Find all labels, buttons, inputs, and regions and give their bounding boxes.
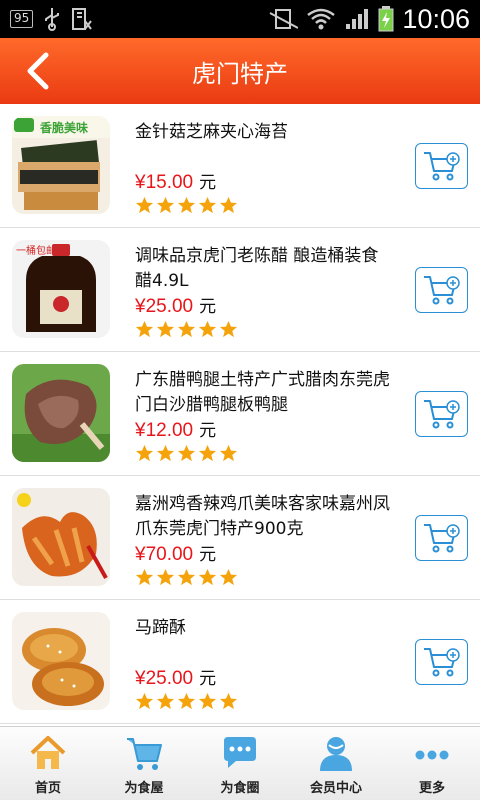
tab-more[interactable]: 更多	[384, 727, 480, 800]
star-icon	[135, 692, 154, 710]
star-icon	[156, 444, 175, 462]
rating-stars	[135, 196, 238, 215]
star-icon	[198, 444, 217, 462]
product-price: ¥25.00 元	[135, 668, 217, 689]
tab-food-house[interactable]: 为食屋	[96, 727, 192, 800]
clock: 10:06	[402, 3, 470, 34]
rating-stars	[135, 568, 238, 587]
star-icon	[156, 692, 175, 710]
add-to-cart-button[interactable]	[415, 639, 468, 685]
product-price: ¥25.00 元	[135, 296, 217, 317]
add-cart-icon	[423, 400, 460, 429]
rating-stars	[135, 692, 238, 711]
list-item[interactable]: 嘉洲鸡香辣鸡爪美味客家味嘉州凤爪东莞虎门特产900克 ¥70.00 元	[0, 476, 480, 600]
tab-member-center[interactable]: 会员中心	[288, 727, 384, 800]
list-item[interactable]: 广东腊鸭腿土特产广式腊肉东莞虎门白沙腊鸭腿板鸭腿 ¥12.00 元	[0, 352, 480, 476]
product-name[interactable]: 嘉洲鸡香辣鸡爪美味客家味嘉州凤爪东莞虎门特产900克	[135, 492, 395, 542]
rating-stars	[135, 320, 238, 339]
product-thumbnail	[12, 488, 110, 586]
tab-label: 首页	[34, 781, 61, 796]
product-name[interactable]: 广东腊鸭腿土特产广式腊肉东莞虎门白沙腊鸭腿板鸭腿	[135, 368, 395, 418]
product-thumbnail	[12, 612, 110, 710]
list-item[interactable]: 香脆美味 金针菇芝麻夹心海苔 ¥15.00 元	[0, 104, 480, 228]
add-to-cart-button[interactable]	[415, 267, 468, 313]
tab-label: 更多	[418, 781, 445, 796]
app-notify-icon	[72, 8, 93, 30]
cart-icon	[127, 738, 162, 770]
add-cart-icon	[423, 276, 460, 305]
star-icon	[177, 444, 196, 462]
star-icon	[219, 692, 238, 710]
list-item[interactable]: 一桶包邮 调味品京虎门老陈醋 酿造桶装食醋4.9L ¥25.00 元	[0, 228, 480, 352]
product-name[interactable]: 马蹄酥	[135, 616, 395, 641]
star-icon	[198, 196, 217, 214]
home-icon	[30, 736, 66, 769]
product-thumbnail: 一桶包邮	[12, 240, 110, 338]
add-cart-icon	[423, 152, 460, 181]
page-title: 虎门特产	[192, 59, 288, 88]
star-icon	[177, 320, 196, 338]
product-thumbnail	[12, 364, 110, 462]
product-price: ¥15.00 元	[135, 172, 217, 193]
vibrate-icon	[269, 9, 299, 29]
tab-label: 会员中心	[309, 781, 362, 796]
add-cart-icon	[423, 524, 460, 553]
star-icon	[156, 196, 175, 214]
star-icon	[219, 320, 238, 338]
star-icon	[177, 692, 196, 710]
tab-food-circle[interactable]: 为食圈	[192, 727, 288, 800]
chat-icon	[224, 737, 256, 768]
star-icon	[156, 320, 175, 338]
product-price: ¥12.00 元	[135, 420, 217, 441]
rating-stars	[135, 444, 238, 463]
notification-badge: 95	[10, 10, 34, 28]
list-item[interactable]: 马蹄酥 ¥25.00 元	[0, 600, 480, 724]
tab-home[interactable]: 首页	[0, 727, 96, 800]
status-bar: 95 10:06	[0, 0, 480, 38]
star-icon	[198, 568, 217, 586]
star-icon	[135, 568, 154, 586]
more-icon	[415, 750, 449, 760]
member-icon	[320, 737, 352, 771]
thumbnail-label: 一桶包邮	[16, 244, 56, 257]
product-price: ¥70.00 元	[135, 544, 217, 565]
star-icon	[219, 568, 238, 586]
star-icon	[156, 568, 175, 586]
star-icon	[135, 444, 154, 462]
star-icon	[219, 196, 238, 214]
star-icon	[135, 320, 154, 338]
back-button[interactable]	[20, 52, 56, 90]
wifi-icon	[307, 8, 336, 30]
add-to-cart-button[interactable]	[415, 515, 468, 561]
product-thumbnail: 香脆美味	[12, 116, 110, 214]
signal-icon	[346, 9, 369, 29]
product-name[interactable]: 金针菇芝麻夹心海苔	[135, 120, 395, 145]
star-icon	[219, 444, 238, 462]
product-list: 香脆美味 金针菇芝麻夹心海苔 ¥15.00 元 一桶包邮 调味品京虎门老陈醋 酿…	[0, 104, 480, 726]
star-icon	[198, 692, 217, 710]
star-icon	[177, 196, 196, 214]
add-cart-icon	[423, 648, 460, 677]
tab-label: 为食屋	[124, 781, 164, 796]
add-to-cart-button[interactable]	[415, 391, 468, 437]
bottom-tab-bar: 首页 为食屋 为食圈 会员中心 更多	[0, 726, 480, 800]
app-header: 虎门特产	[0, 38, 480, 104]
battery-icon	[378, 6, 394, 32]
tab-label: 为食圈	[220, 781, 260, 796]
chevron-left-icon	[27, 52, 49, 90]
star-icon	[177, 568, 196, 586]
star-icon	[198, 320, 217, 338]
product-name[interactable]: 调味品京虎门老陈醋 酿造桶装食醋4.9L	[135, 244, 395, 294]
star-icon	[135, 196, 154, 214]
thumbnail-label: 香脆美味	[39, 120, 88, 135]
usb-icon	[45, 8, 60, 31]
add-to-cart-button[interactable]	[415, 143, 468, 189]
